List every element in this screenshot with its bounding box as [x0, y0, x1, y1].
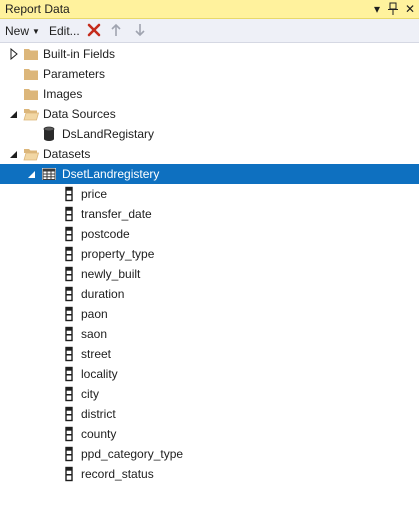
field-icon — [61, 226, 77, 242]
field-icon — [61, 286, 77, 302]
field-label: price — [81, 187, 108, 201]
tree-item-field[interactable]: street — [0, 344, 419, 364]
field-label: ppd_category_type — [81, 447, 184, 461]
field-label: district — [81, 407, 116, 421]
tree-item-field[interactable]: duration — [0, 284, 419, 304]
field-label: county — [81, 427, 117, 441]
field-label: saon — [81, 327, 108, 341]
field-label: postcode — [81, 227, 130, 241]
tree-item-field[interactable]: newly_built — [0, 264, 419, 284]
folder-icon — [23, 46, 39, 62]
expand-arrow-icon[interactable] — [9, 47, 19, 61]
field-label: locality — [81, 367, 118, 381]
field-icon — [61, 266, 77, 282]
field-icon — [61, 246, 77, 262]
collapse-arrow-icon[interactable] — [9, 148, 19, 160]
tree-item-label: Parameters — [43, 67, 106, 81]
tree-item-parameters[interactable]: Parameters — [0, 64, 419, 84]
field-icon — [61, 446, 77, 462]
panel-title: Report Data — [5, 2, 70, 16]
field-icon — [61, 386, 77, 402]
field-label: paon — [81, 307, 108, 321]
tree-item-field[interactable]: transfer_date — [0, 204, 419, 224]
tree-item-label: Built-in Fields — [43, 47, 116, 61]
collapse-arrow-icon[interactable] — [27, 168, 37, 180]
tree-item-builtin-fields[interactable]: Built-in Fields — [0, 44, 419, 64]
tree-item-label: Datasets — [43, 147, 91, 161]
tree-item-images[interactable]: Images — [0, 84, 419, 104]
tree-item-label: Images — [43, 87, 83, 101]
pin-icon[interactable] — [386, 1, 400, 17]
field-label: record_status — [81, 467, 154, 481]
tree-item-label: Data Sources — [43, 107, 116, 121]
panel-menu-dropdown[interactable]: ▾ — [370, 1, 384, 17]
field-icon — [61, 206, 77, 222]
tree-item-dataset[interactable]: DsetLandregistery — [0, 164, 419, 184]
open-folder-icon — [23, 146, 40, 162]
field-label: duration — [81, 287, 125, 301]
new-button[interactable]: New ▼ — [5, 23, 40, 39]
tree-item-field[interactable]: paon — [0, 304, 419, 324]
field-icon — [61, 326, 77, 342]
edit-button[interactable]: Edit... — [49, 23, 80, 39]
tree-item-label: DsLandRegistary — [62, 127, 155, 141]
field-label: street — [81, 347, 112, 361]
field-icon — [61, 346, 77, 362]
chevron-down-icon: ▼ — [32, 27, 40, 36]
field-label: city — [81, 387, 99, 401]
tree-item-field[interactable]: property_type — [0, 244, 419, 264]
field-icon — [61, 366, 77, 382]
field-icon — [61, 426, 77, 442]
collapse-arrow-icon[interactable] — [9, 108, 19, 120]
tree-item-datasets[interactable]: Datasets — [0, 144, 419, 164]
table-icon — [41, 166, 57, 182]
move-up-icon[interactable] — [110, 23, 122, 39]
new-button-label: New — [5, 24, 30, 38]
move-down-icon[interactable] — [134, 23, 146, 39]
folder-icon — [23, 86, 39, 102]
tree-item-field[interactable]: saon — [0, 324, 419, 344]
close-icon[interactable]: ✕ — [403, 1, 417, 17]
tree-item-field[interactable]: price — [0, 184, 419, 204]
field-label: property_type — [81, 247, 155, 261]
tree-item-field[interactable]: ppd_category_type — [0, 444, 419, 464]
tree-item-label: DsetLandregistery — [62, 167, 160, 181]
field-label: newly_built — [81, 267, 141, 281]
tree-item-field[interactable]: county — [0, 424, 419, 444]
database-icon — [41, 126, 57, 142]
field-icon — [61, 466, 77, 482]
tree-item-data-source[interactable]: DsLandRegistary — [0, 124, 419, 144]
tree-item-field[interactable]: postcode — [0, 224, 419, 244]
delete-icon[interactable] — [87, 23, 101, 39]
field-icon — [61, 186, 77, 202]
field-icon — [61, 306, 77, 322]
tree-item-field[interactable]: record_status — [0, 464, 419, 484]
tree-item-field[interactable]: city — [0, 384, 419, 404]
field-icon — [61, 406, 77, 422]
field-label: transfer_date — [81, 207, 152, 221]
tree-item-data-sources[interactable]: Data Sources — [0, 104, 419, 124]
tree-item-field[interactable]: locality — [0, 364, 419, 384]
folder-icon — [23, 66, 39, 82]
tree-item-field[interactable]: district — [0, 404, 419, 424]
toolbar: New ▼ Edit... — [0, 19, 419, 43]
panel-titlebar: Report Data ▾ ✕ — [0, 0, 419, 19]
open-folder-icon — [23, 106, 40, 122]
